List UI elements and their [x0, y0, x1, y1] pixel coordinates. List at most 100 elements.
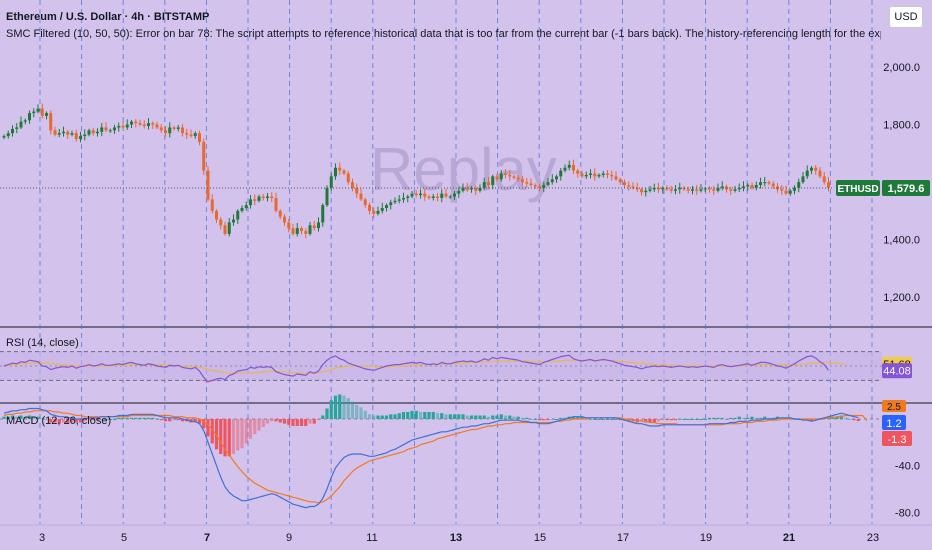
candle[interactable] [457, 190, 461, 194]
candle[interactable] [62, 131, 65, 134]
candle[interactable] [780, 189, 784, 191]
candle[interactable] [801, 176, 805, 183]
candle[interactable] [113, 127, 116, 131]
candle[interactable] [771, 183, 775, 187]
candle[interactable] [147, 123, 150, 127]
candle[interactable] [164, 130, 167, 134]
candle[interactable] [181, 127, 184, 134]
candle[interactable] [448, 196, 452, 198]
candle[interactable] [79, 136, 82, 139]
candle[interactable] [712, 189, 716, 191]
candle[interactable] [627, 185, 631, 187]
candle[interactable] [580, 173, 584, 177]
candle[interactable] [576, 170, 580, 174]
candle[interactable] [491, 176, 495, 185]
candle[interactable] [380, 208, 384, 211]
candle[interactable] [385, 205, 388, 209]
candle[interactable] [355, 187, 359, 194]
macd-pane-label[interactable]: MACD (12, 26, close) [6, 415, 111, 427]
candle[interactable] [159, 127, 163, 131]
candle[interactable] [822, 176, 826, 183]
candle[interactable] [550, 179, 554, 183]
candle[interactable] [74, 133, 78, 139]
candle[interactable] [317, 222, 320, 229]
candle[interactable] [83, 134, 87, 137]
candle[interactable] [232, 219, 235, 223]
candle[interactable] [172, 127, 176, 129]
candle[interactable] [644, 190, 648, 193]
candle[interactable] [402, 197, 405, 200]
candle[interactable] [372, 210, 376, 214]
candle[interactable] [312, 225, 316, 229]
candle[interactable] [499, 173, 503, 180]
candle[interactable] [130, 121, 133, 125]
candle[interactable] [325, 187, 329, 206]
candle[interactable] [419, 193, 422, 196]
candle[interactable] [274, 197, 278, 211]
candle[interactable] [334, 167, 337, 177]
candle[interactable] [533, 185, 537, 187]
candle[interactable] [338, 167, 342, 171]
candle[interactable] [397, 199, 401, 201]
candle[interactable] [96, 131, 99, 134]
candle[interactable] [529, 183, 533, 185]
candle[interactable] [555, 176, 558, 180]
candle[interactable] [431, 196, 435, 198]
candle[interactable] [363, 199, 367, 206]
candle[interactable] [240, 208, 244, 211]
candle[interactable] [189, 134, 193, 137]
candle[interactable] [108, 130, 112, 132]
candle[interactable] [176, 127, 180, 129]
candle[interactable] [623, 182, 626, 185]
candle[interactable] [376, 210, 380, 214]
candle[interactable] [784, 190, 788, 194]
candle[interactable] [567, 164, 571, 168]
candle[interactable] [703, 188, 707, 190]
candle[interactable] [121, 126, 125, 128]
candle[interactable] [266, 196, 269, 198]
candle[interactable] [805, 170, 809, 177]
candle[interactable] [648, 189, 652, 191]
rsi-pane-label[interactable]: RSI (14, close) [6, 337, 79, 349]
candle[interactable] [440, 193, 444, 198]
candle[interactable] [708, 188, 711, 190]
candle[interactable] [767, 182, 771, 184]
candle[interactable] [686, 189, 690, 191]
candle[interactable] [253, 199, 257, 201]
candle[interactable] [155, 124, 159, 128]
candle[interactable] [601, 173, 605, 175]
candle[interactable] [125, 124, 129, 128]
candle[interactable] [142, 124, 146, 127]
candle[interactable] [36, 108, 40, 112]
candle[interactable] [257, 196, 261, 201]
candle[interactable] [827, 182, 830, 188]
candle[interactable] [6, 133, 10, 137]
candle[interactable] [640, 189, 643, 193]
candle[interactable] [695, 189, 699, 191]
candle[interactable] [614, 176, 618, 180]
candle[interactable] [423, 193, 427, 197]
candle[interactable] [508, 174, 512, 177]
candle[interactable] [283, 216, 286, 223]
candle[interactable] [584, 174, 588, 177]
candle[interactable] [151, 123, 155, 125]
candle[interactable] [559, 170, 563, 177]
candle[interactable] [202, 141, 206, 171]
candle[interactable] [750, 185, 754, 188]
candle[interactable] [674, 189, 677, 191]
candle[interactable] [270, 196, 274, 198]
candle[interactable] [49, 113, 53, 131]
candle[interactable] [198, 133, 201, 142]
candle[interactable] [11, 128, 14, 134]
candle[interactable] [134, 121, 138, 124]
chart-canvas[interactable]: Replay 2,000.0 1,800.0 1,400.0 1,200.0 ETHUSD… [0, 0, 932, 550]
candle[interactable] [19, 121, 23, 128]
candle[interactable] [223, 225, 227, 234]
candle[interactable] [606, 173, 609, 175]
candle[interactable] [87, 130, 91, 135]
candle[interactable] [487, 182, 490, 185]
candle[interactable] [810, 167, 813, 171]
candle[interactable] [759, 182, 762, 185]
candle[interactable] [91, 130, 95, 134]
candle[interactable] [249, 199, 252, 206]
